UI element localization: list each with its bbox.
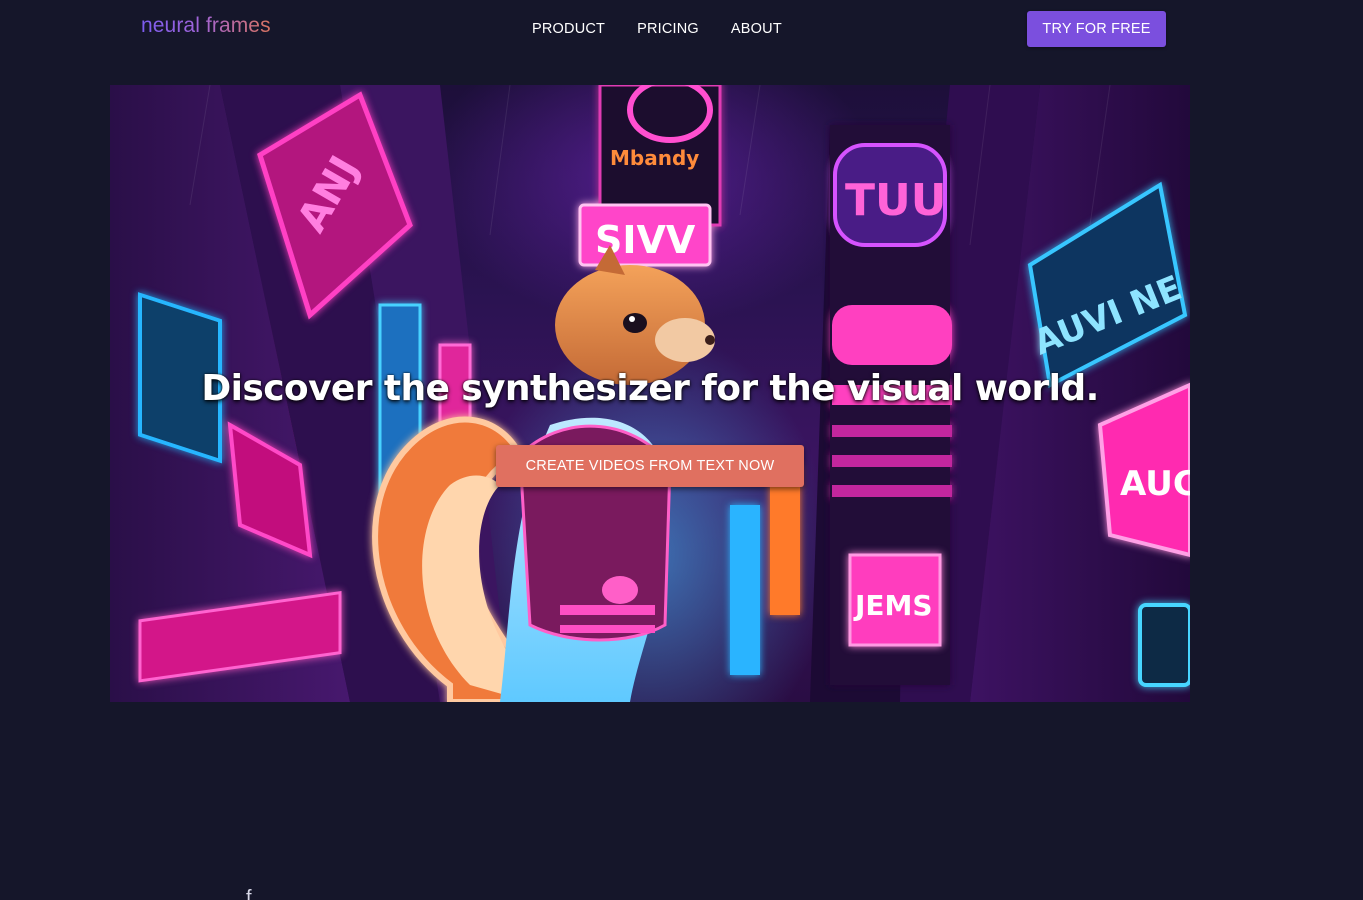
- nav-link-pricing[interactable]: PRICING: [637, 20, 699, 38]
- svg-text:JEMS: JEMS: [853, 589, 933, 622]
- hero-headline: Discover the synthesizer for the visual …: [201, 368, 1099, 409]
- try-for-free-button[interactable]: TRY FOR FREE: [1027, 11, 1166, 47]
- top-navbar: neural frames PRODUCT PRICING ABOUT TRY …: [0, 0, 1363, 58]
- landing-page: neural frames PRODUCT PRICING ABOUT TRY …: [0, 0, 1363, 900]
- create-videos-button[interactable]: CREATE VIDEOS FROM TEXT NOW: [496, 445, 804, 487]
- svg-text:AUC: AUC: [1120, 464, 1190, 504]
- section-title-partial: f: [246, 887, 252, 900]
- svg-text:Mbandy: Mbandy: [610, 146, 699, 170]
- hero-banner: ANJ Mbandy SIVV TUU AUVI NE AUC JEMS Dis…: [110, 85, 1190, 702]
- nav-link-about[interactable]: ABOUT: [731, 20, 782, 38]
- nav-links: PRODUCT PRICING ABOUT: [532, 20, 782, 38]
- nav-link-product[interactable]: PRODUCT: [532, 20, 605, 38]
- svg-text:TUU: TUU: [845, 175, 946, 226]
- brand-logo[interactable]: neural frames: [141, 13, 271, 39]
